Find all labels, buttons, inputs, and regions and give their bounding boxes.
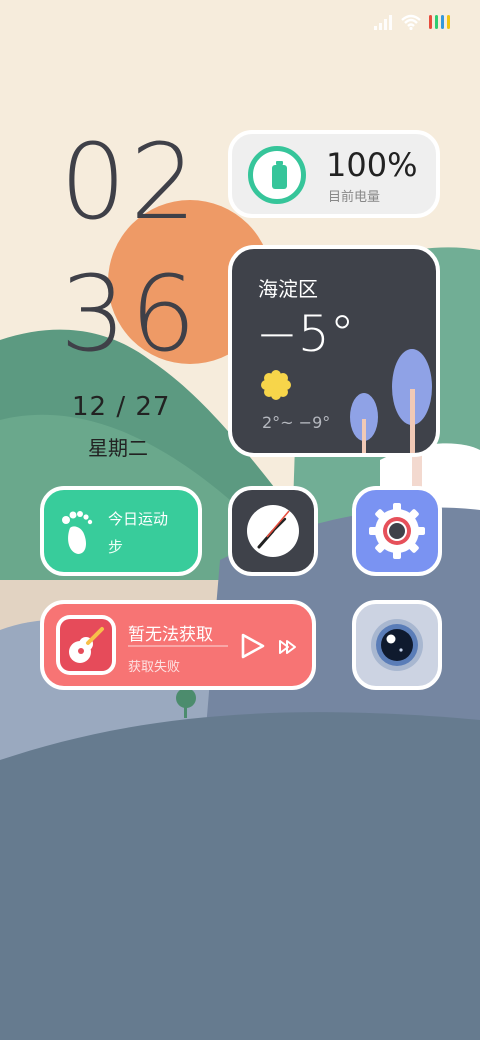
status-bar (373, 12, 450, 32)
signal-icon (374, 15, 392, 30)
battery-icon (248, 146, 306, 204)
trees-illustration (350, 349, 432, 453)
wifi-icon (401, 14, 421, 30)
weather-temp: −5° (256, 305, 355, 363)
weather-widget[interactable]: 海淀区 −5° 2°~ −9° (228, 245, 440, 457)
clock-icon (247, 505, 299, 557)
song-title: 暂无法获取 (128, 625, 213, 645)
weather-city: 海淀区 (258, 277, 318, 301)
song-status: 获取失败 (128, 660, 181, 675)
steps-title: 今日运动 (108, 510, 169, 528)
clock-minutes: 36 (60, 253, 201, 375)
battery-widget[interactable]: 100% 目前电量 (228, 130, 440, 218)
music-widget[interactable]: 暂无法获取 获取失败 (40, 600, 316, 690)
camera-app[interactable] (352, 600, 442, 690)
camera-lens-icon (371, 619, 423, 671)
steps-widget[interactable]: 今日运动 步 (40, 486, 202, 576)
album-art (56, 615, 116, 675)
color-bars-icon (429, 15, 450, 29)
weekday-text: 星期二 (88, 436, 148, 460)
skip-forward-icon[interactable] (278, 639, 298, 655)
steps-value: 步 (108, 538, 124, 556)
battery-percent: 100% (326, 146, 418, 184)
clock-hours: 02 (60, 121, 201, 243)
clock-app[interactable] (228, 486, 318, 576)
sun-icon (261, 370, 291, 400)
footprint-icon (62, 511, 93, 554)
gear-icon (369, 503, 425, 559)
date-text: 12 / 27 (72, 392, 171, 422)
play-icon[interactable] (240, 632, 266, 660)
guitar-icon (60, 619, 112, 671)
progress-bar[interactable] (128, 645, 228, 647)
settings-app[interactable] (352, 486, 442, 576)
weather-range: 2°~ −9° (262, 413, 331, 432)
battery-label: 目前电量 (328, 190, 381, 205)
